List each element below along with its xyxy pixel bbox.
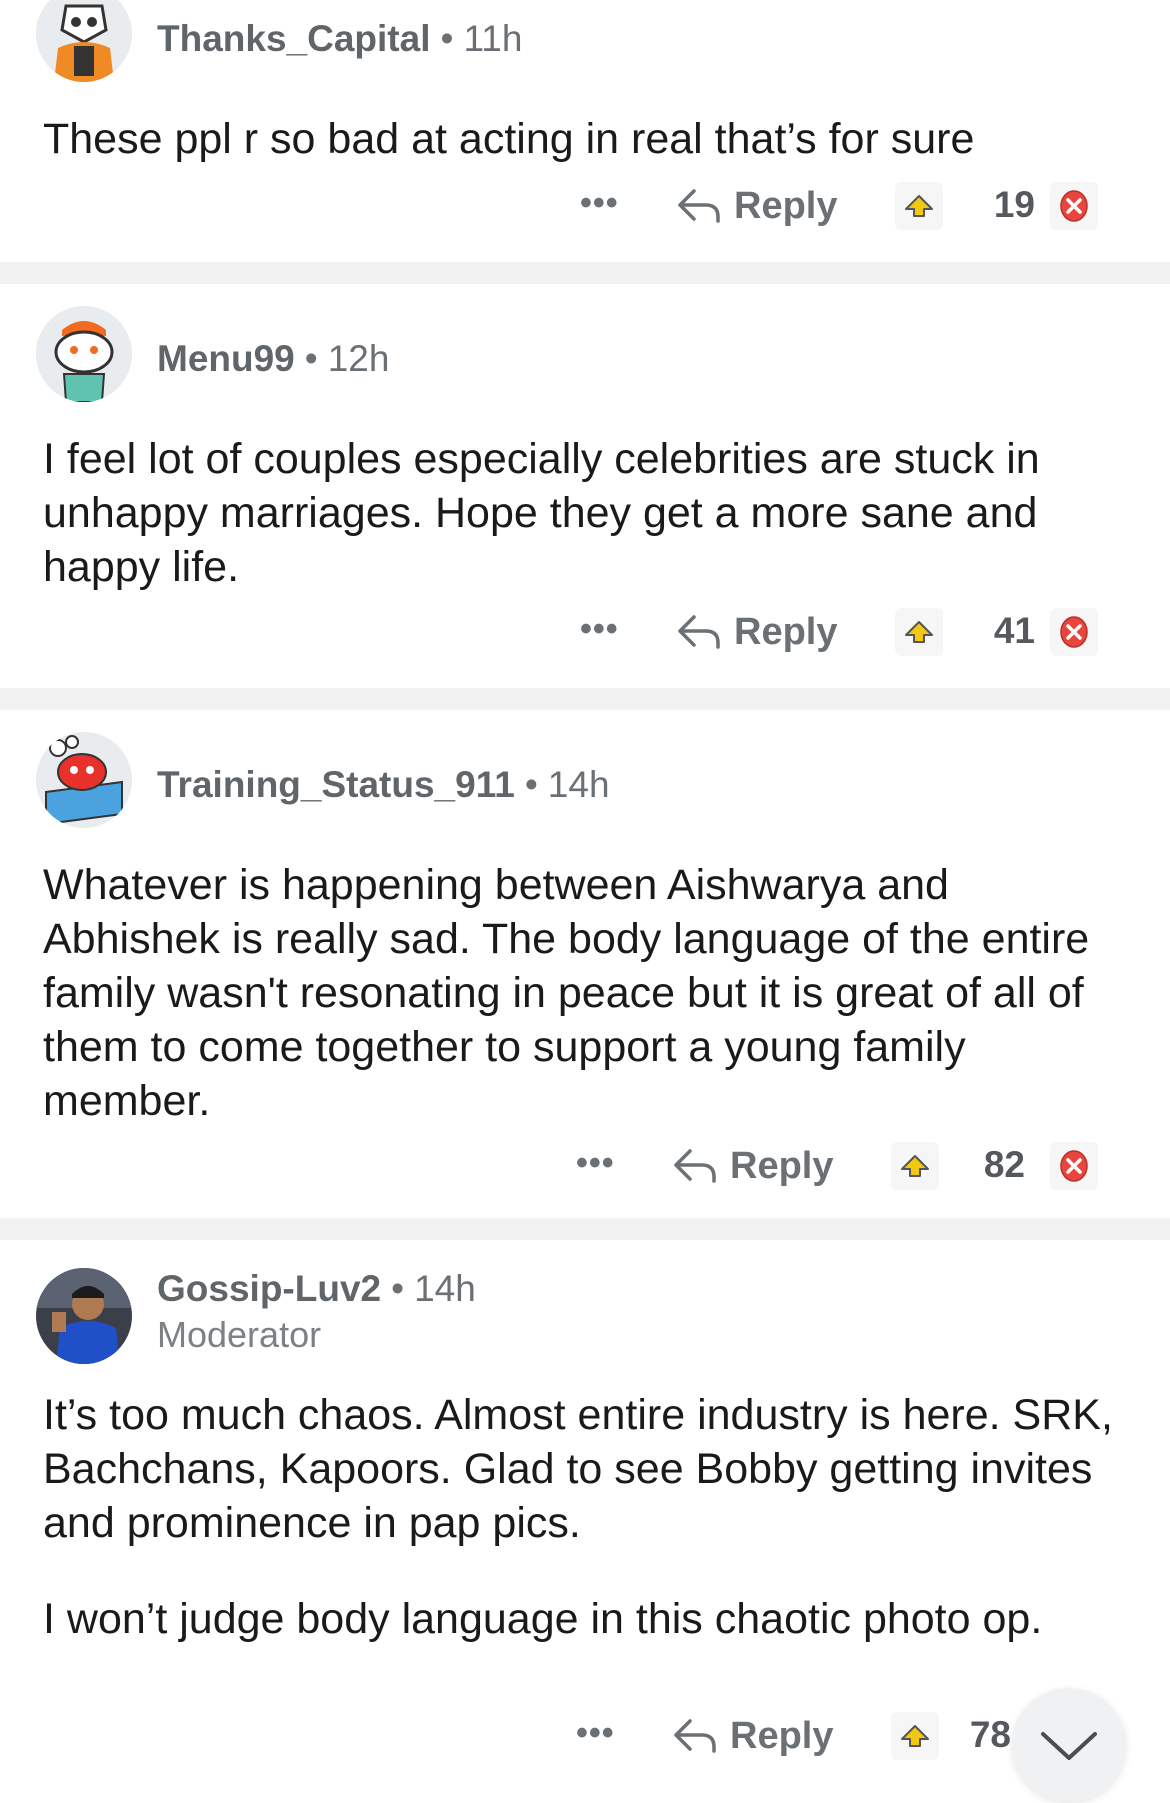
reply-label: Reply [730,1714,834,1757]
vote-count: 19 [993,184,1035,225]
more-options-button[interactable]: ••• [576,1714,615,1753]
downvote-button[interactable] [1050,182,1098,230]
comment-body: It’s too much chaos. Almost entire indus… [43,1388,1133,1646]
separator-dot: • [304,338,318,379]
award-upvote-icon [905,621,933,643]
upvote-button[interactable] [895,182,943,230]
separator-dot: • [391,1268,405,1309]
avatar[interactable] [36,732,132,828]
comment-actions: ••• Reply 78 [0,1706,1170,1766]
reply-arrow-icon [674,1719,716,1753]
moderator-badge: Moderator [157,1314,322,1355]
reply-button[interactable]: Reply [676,602,837,662]
comment-body: Whatever is happening between Aishwarya … [43,858,1133,1128]
comment-meta: Menu99 • 12h [157,338,389,380]
separator-dot: • [440,18,454,59]
comment-4: Gossip-Luv2 • 14h Moderator It’s too much … [0,1240,1170,1803]
comment-meta: Thanks_Capital • 11h [157,18,522,60]
vote-count: 41 [993,610,1035,651]
scroll-down-button[interactable] [1012,1688,1126,1802]
downvote-button[interactable] [1050,1142,1098,1190]
username[interactable]: Gossip-Luv2 [157,1268,381,1309]
reply-arrow-icon [674,1149,716,1183]
avatar[interactable] [36,306,132,402]
comment-actions: ••• Reply 19 [0,176,1170,236]
downvote-button[interactable] [1050,608,1098,656]
username[interactable]: Menu99 [157,338,295,379]
comment-age: 14h [547,764,610,805]
username[interactable]: Training_Status_911 [157,764,515,805]
comment-paragraph: Whatever is happening between Aishwarya … [43,861,1090,1125]
comment-paragraph: I won’t judge body language in this chao… [43,1595,1043,1643]
comment-body: I feel lot of couples especially celebri… [43,432,1133,594]
upvote-button[interactable] [891,1142,939,1190]
downvote-x-icon [1060,616,1088,648]
reply-button[interactable]: Reply [672,1136,833,1196]
comment-divider [0,1218,1170,1240]
comment-age: 12h [327,338,390,379]
reply-button[interactable]: Reply [676,176,837,236]
reply-arrow-icon [678,615,720,649]
comment-meta: Training_Status_911 • 14h [157,764,610,806]
reply-button[interactable]: Reply [672,1706,833,1766]
comment-1: Thanks_Capital • 11h These ppl r so bad at… [0,0,1170,262]
more-options-button[interactable]: ••• [580,610,619,649]
vote-count: 78 [969,1714,1011,1755]
comment-paragraph: These ppl r so bad at acting in real tha… [43,115,975,163]
more-options-button[interactable]: ••• [576,1144,615,1183]
comment-divider [0,688,1170,710]
comment-paragraph: It’s too much chaos. Almost entire indus… [43,1391,1113,1547]
vote-count: 82 [983,1144,1025,1185]
comment-body: These ppl r so bad at acting in real tha… [43,112,1133,166]
chevron-down-icon [1041,1732,1097,1760]
reply-label: Reply [730,1144,834,1187]
reply-arrow-icon [678,189,720,223]
award-upvote-icon [905,195,933,217]
avatar[interactable] [36,0,132,82]
comment-age: 14h [414,1268,476,1309]
comment-divider [0,262,1170,284]
award-upvote-icon [901,1155,929,1177]
comment-3: Training_Status_911 • 14h Whatever is happ… [0,710,1170,1218]
comment-age: 11h [463,18,523,59]
separator-dot: • [524,764,538,805]
avatar[interactable] [36,1268,132,1364]
downvote-x-icon [1060,190,1088,222]
downvote-x-icon [1060,1150,1088,1182]
reply-label: Reply [734,610,838,653]
comment-actions: ••• Reply 82 [0,1136,1170,1196]
comment-meta: Gossip-Luv2 • 14h [157,1268,476,1310]
more-options-button[interactable]: ••• [580,184,619,223]
reply-label: Reply [734,184,838,227]
upvote-button[interactable] [895,608,943,656]
comment-2: Menu99 • 12h I feel lot of couples especia… [0,284,1170,688]
comment-paragraph: I feel lot of couples especially celebri… [43,435,1040,591]
username[interactable]: Thanks_Capital [157,18,430,59]
comment-actions: ••• Reply 41 [0,602,1170,662]
